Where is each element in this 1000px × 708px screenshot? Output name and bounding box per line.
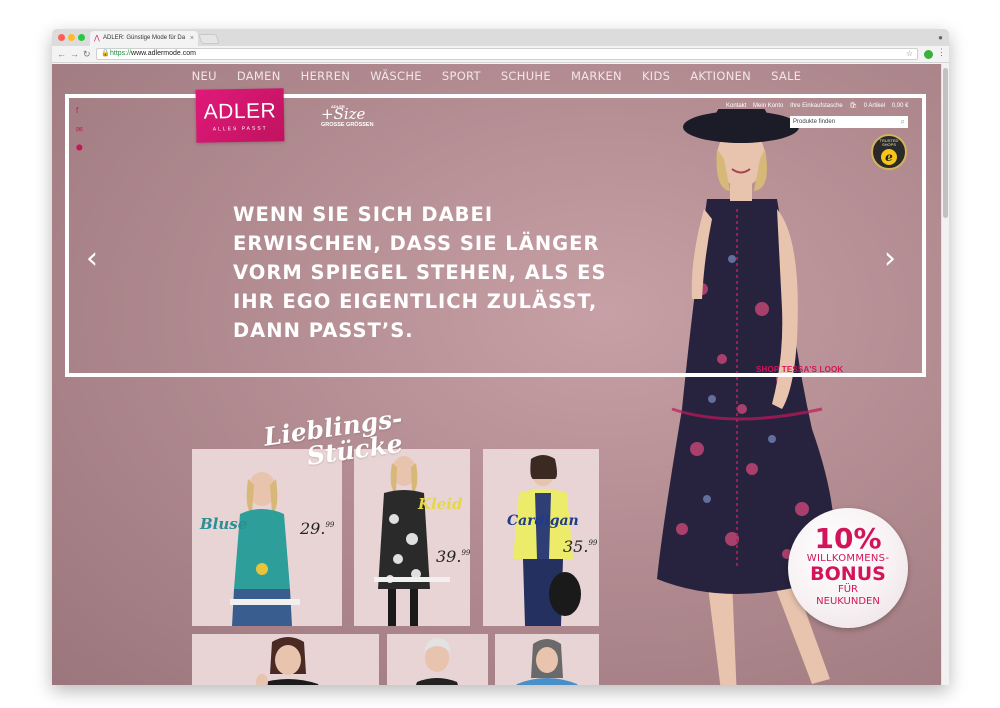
product-card-cardigan[interactable]: Cardigan 35.99	[483, 449, 599, 626]
new-tab-button[interactable]	[198, 34, 220, 44]
reload-icon[interactable]: ↻	[83, 48, 91, 60]
minimize-window-button[interactable]	[68, 34, 75, 41]
plus-size-subtitle: GROSSE GRÖSSEN	[321, 122, 374, 128]
trusted-shops-mark: e	[881, 149, 897, 165]
url-host: www.adlermode.com	[131, 50, 196, 57]
bookmark-star-icon[interactable]: ☆	[906, 49, 913, 59]
price-main: 29.	[300, 519, 326, 538]
shopping-bag-link[interactable]: Ihre Einkaufstasche	[790, 103, 843, 109]
plus-size-brand: ADLER	[331, 104, 345, 109]
headline-line: VORM SPIEGEL STEHEN, ALS ES	[233, 261, 607, 284]
cart-icon[interactable]: 🛍	[849, 103, 857, 109]
bonus-line3: FÜR	[837, 584, 859, 595]
lock-icon: 🔒	[101, 50, 110, 57]
account-link[interactable]: Mein Konto	[753, 103, 783, 109]
product-price: 35.99	[563, 537, 597, 556]
carousel-prev-icon[interactable]: ‹	[86, 244, 98, 274]
adler-favicon-icon: ⋀	[94, 35, 100, 42]
product-card-kleid[interactable]: Kleid 39.99	[354, 449, 470, 626]
headline-line: DANN PASST’S.	[233, 319, 414, 342]
bonus-line2: BONUS	[810, 563, 886, 585]
extension-icon[interactable]	[924, 50, 933, 59]
adler-logo[interactable]: ADLER ALLES PASST	[195, 88, 285, 143]
product-card-lower-2[interactable]	[387, 634, 488, 685]
product-label: Kleid	[418, 495, 463, 513]
nav-item-herren[interactable]: HERREN	[301, 64, 351, 89]
product-label: Cardigan	[507, 513, 579, 529]
main-navigation: NEU DAMEN HERREN WÄSCHE SPORT SCHUHE MAR…	[52, 64, 941, 89]
browser-tab[interactable]: ⋀ ADLER: Günstige Mode für Da ×	[90, 31, 198, 46]
logo-tagline: ALLES PASST	[212, 125, 268, 133]
headline-line: WENN SIE SICH DABEI	[233, 203, 494, 226]
browser-window: ⋀ ADLER: Günstige Mode für Da × ● ← → ↻ …	[52, 29, 949, 685]
headline-line: IHR EGO EIGENTLICH ZULÄSST,	[233, 290, 598, 313]
url-scheme: https://	[110, 50, 132, 57]
price-cents: 99	[588, 539, 598, 547]
location-icon[interactable]: ⬤	[76, 144, 83, 151]
search-icon[interactable]: ⌕	[901, 116, 905, 128]
nav-item-damen[interactable]: DAMEN	[237, 64, 281, 89]
maximize-window-button[interactable]	[78, 34, 85, 41]
hero-headline: WENN SIE SICH DABEI ERWISCHEN, DASS SIE …	[233, 200, 633, 345]
cart-count[interactable]: 0 Artikel	[864, 103, 885, 109]
product-card-lower-1[interactable]	[192, 634, 379, 685]
close-window-button[interactable]	[58, 34, 65, 41]
price-cents: 99	[325, 521, 335, 529]
product-image-kleid	[374, 456, 450, 626]
welcome-bonus-badge[interactable]: 10% WILLKOMMENS- BONUS FÜR NEUKUNDEN	[788, 508, 908, 628]
bonus-percent: 10%	[814, 522, 882, 555]
facebook-icon[interactable]: f	[76, 106, 78, 115]
tab-bar: ⋀ ADLER: Günstige Mode für Da × ●	[52, 29, 949, 46]
nav-item-sale[interactable]: SALE	[771, 64, 801, 89]
plus-size-logo[interactable]: ADLER +Size GROSSE GRÖSSEN	[321, 104, 374, 129]
product-image-lower-3	[516, 639, 578, 685]
nav-item-schuhe[interactable]: SCHUHE	[501, 64, 551, 89]
product-image-lower-2	[416, 638, 458, 685]
product-image-lower-1	[256, 637, 319, 685]
trusted-shops-badge[interactable]: TRUSTED SHOPS e	[871, 134, 907, 170]
tab-close-icon[interactable]: ×	[190, 31, 194, 46]
contact-link[interactable]: Kontakt	[726, 103, 746, 109]
plus-size-title: +Size	[321, 105, 366, 123]
nav-item-aktionen[interactable]: AKTIONEN	[690, 64, 751, 89]
carousel-next-icon[interactable]: ›	[884, 244, 896, 274]
product-card-lower-3[interactable]	[495, 634, 599, 685]
price-cents: 99	[461, 549, 470, 557]
nav-item-kids[interactable]: KIDS	[642, 64, 670, 89]
trusted-shops-label: TRUSTED SHOPS	[879, 138, 899, 147]
forward-icon[interactable]: →	[70, 48, 79, 60]
product-card-bluse[interactable]: Bluse 29.99	[192, 449, 342, 626]
nav-item-neu[interactable]: NEU	[192, 64, 217, 89]
price-main: 35.	[563, 537, 589, 556]
bonus-line4: NEUKUNDEN	[816, 596, 880, 607]
browser-toolbar: ← → ↻ 🔒 https://www.adlermode.com ☆ ⋮	[52, 46, 949, 63]
mail-icon[interactable]: ✉	[76, 125, 83, 134]
address-bar[interactable]: 🔒 https://www.adlermode.com ☆	[96, 48, 918, 60]
nav-item-marken[interactable]: MARKEN	[571, 64, 622, 89]
profile-icon[interactable]: ●	[938, 33, 943, 42]
headline-line: ERWISCHEN, DASS SIE LÄNGER	[233, 232, 600, 255]
page-viewport: NEU DAMEN HERREN WÄSCHE SPORT SCHUHE MAR…	[52, 64, 941, 685]
tab-title: ADLER: Günstige Mode für Da	[103, 35, 186, 41]
back-icon[interactable]: ←	[57, 48, 66, 60]
utility-links: Kontakt Mein Konto Ihre Einkaufstasche 🛍…	[726, 102, 913, 109]
shop-look-link[interactable]: SHOP TESSA'S LOOK	[756, 365, 843, 374]
cart-total: 0,00 €	[891, 103, 909, 109]
product-price: 29.99	[300, 519, 334, 538]
nav-item-waesche[interactable]: WÄSCHE	[370, 64, 422, 89]
page-scrollbar[interactable]	[941, 64, 949, 685]
product-label: Bluse	[200, 515, 248, 533]
nav-item-sport[interactable]: SPORT	[442, 64, 481, 89]
logo-text: ADLER	[203, 99, 277, 124]
browser-menu-icon[interactable]: ⋮	[937, 47, 946, 58]
scrollbar-thumb[interactable]	[943, 68, 948, 218]
product-price: 39.99	[436, 547, 470, 566]
search-input[interactable]: Produkte finden ⌕	[790, 116, 908, 128]
search-placeholder: Produkte finden	[793, 119, 836, 125]
price-main: 39.	[436, 547, 462, 566]
